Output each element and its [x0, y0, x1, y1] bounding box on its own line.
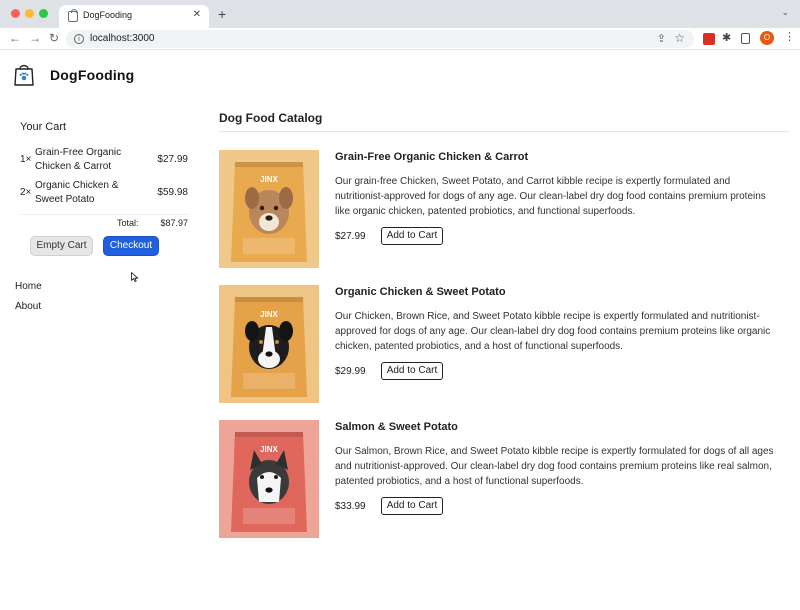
extensions-puzzle-icon[interactable]: ✱	[722, 31, 734, 44]
cart-item-name: Organic Chicken & Sweet Potato	[35, 180, 119, 205]
close-window-button[interactable]	[11, 9, 20, 18]
catalog-title: Dog Food Catalog	[219, 111, 323, 125]
close-tab-icon[interactable]: ✕	[193, 9, 201, 21]
bag-brand-text: JINX	[260, 445, 278, 454]
tab-search-chevron-icon[interactable]: ⌄	[781, 7, 789, 18]
url-text: localhost:3000	[90, 33, 155, 44]
product-name: Organic Chicken & Sweet Potato	[335, 286, 506, 298]
checkout-button[interactable]: Checkout	[103, 236, 159, 256]
forward-arrow-icon[interactable]: →	[29, 31, 41, 45]
cart-total-value: $87.97	[160, 218, 188, 228]
tab-strip: DogFooding ✕ + ⌄	[0, 0, 800, 28]
product-card: JINX Salmon & Sweet Potato Our Salmon, B…	[219, 420, 789, 538]
product-image: JINX	[219, 285, 319, 403]
minimize-window-button[interactable]	[25, 9, 34, 18]
bag-brand-text: JINX	[260, 310, 278, 319]
nav-link-home[interactable]: Home	[15, 277, 42, 297]
cart-total: Total: $87.97	[20, 214, 190, 228]
browser-tab[interactable]: DogFooding ✕	[59, 5, 209, 28]
new-tab-icon[interactable]: +	[218, 7, 226, 21]
add-to-cart-button[interactable]: Add to Cart	[381, 227, 443, 245]
empty-cart-button[interactable]: Empty Cart	[30, 236, 93, 256]
back-arrow-icon[interactable]: ←	[9, 31, 21, 45]
product-card: JINX Organic Chicken & Sweet Potato Our …	[219, 285, 789, 403]
browser-toolbar: ← → ↻ i localhost:3000 ⇪ ☆ ✱ O ⋮	[0, 28, 800, 50]
product-card: JINX Grain-Free Organic Chicken & Carrot…	[219, 150, 789, 268]
cart-total-label: Total:	[117, 218, 139, 228]
product-description: Our Salmon, Brown Rice, and Sweet Potato…	[335, 446, 774, 487]
cart-item-price: $59.98	[157, 187, 188, 198]
address-bar[interactable]: i localhost:3000 ⇪ ☆	[66, 30, 694, 48]
browser-window: DogFooding ✕ + ⌄ ← → ↻ i localhost:3000 …	[0, 0, 800, 610]
side-navigation: Home About	[15, 277, 42, 317]
maximize-window-button[interactable]	[39, 9, 48, 18]
bag-favicon-icon	[68, 9, 78, 22]
browser-menu-icon[interactable]: ⋮	[784, 31, 795, 43]
mouse-pointer-icon	[131, 272, 139, 282]
cart-item-quantity: 1×	[20, 154, 32, 165]
pdf-extension-icon[interactable]	[703, 33, 715, 45]
reload-icon[interactable]: ↻	[49, 31, 59, 45]
cart-item-price: $27.99	[157, 154, 188, 165]
profile-avatar[interactable]: O	[760, 31, 774, 45]
bag-brand-text: JINX	[260, 175, 278, 184]
brand-name: DogFooding	[50, 67, 135, 83]
product-price: $27.99	[335, 231, 366, 242]
product-price: $33.99	[335, 501, 366, 512]
cart-title: Your Cart	[20, 121, 67, 133]
cart-item-name: Grain-Free Organic Chicken & Carrot	[35, 147, 122, 172]
site-info-icon[interactable]: i	[74, 34, 84, 44]
side-panel-icon[interactable]	[741, 33, 750, 44]
page-content: DogFooding Your Cart 1× Grain-Free Organ…	[0, 51, 800, 610]
product-description: Our Chicken, Brown Rice, and Sweet Potat…	[335, 311, 771, 352]
add-to-cart-button[interactable]: Add to Cart	[381, 362, 443, 380]
shopping-bag-logo-icon	[14, 64, 34, 86]
tab-title: DogFooding	[83, 10, 133, 20]
cart-item-quantity: 2×	[20, 187, 32, 198]
product-price: $29.99	[335, 366, 366, 377]
product-name: Salmon & Sweet Potato	[335, 421, 458, 433]
product-image: JINX	[219, 420, 319, 538]
product-name: Grain-Free Organic Chicken & Carrot	[335, 151, 529, 163]
product-image: JINX	[219, 150, 319, 268]
catalog-divider	[219, 131, 789, 132]
nav-link-about[interactable]: About	[15, 297, 42, 317]
product-description: Our grain-free Chicken, Sweet Potato, an…	[335, 176, 766, 217]
add-to-cart-button[interactable]: Add to Cart	[381, 497, 443, 515]
bookmark-star-icon[interactable]: ☆	[674, 31, 685, 45]
share-icon[interactable]: ⇪	[657, 32, 666, 45]
